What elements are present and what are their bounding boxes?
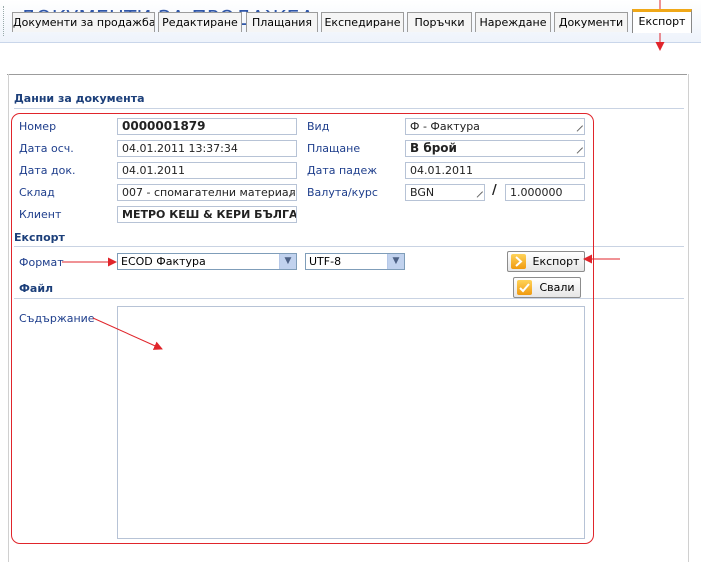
checkmark-icon <box>517 280 532 295</box>
warehouse-field[interactable]: 007 - спомагателни материали <box>117 184 297 201</box>
warehouse-label: Склад <box>19 186 55 199</box>
section-file: Файл <box>19 282 54 295</box>
tab-shipping[interactable]: Експедиране <box>321 12 404 32</box>
section-document-data: Данни за документа <box>14 92 145 105</box>
number-label: Номер <box>19 120 57 133</box>
tab-edit[interactable]: Редактиране <box>158 12 242 32</box>
chevron-down-icon[interactable]: ▼ <box>279 254 296 269</box>
doc-type-field[interactable]: Ф - Фактура <box>405 118 585 135</box>
chevron-down-icon[interactable]: ▼ <box>387 254 404 269</box>
doc-date-field[interactable]: 04.01.2011 <box>117 162 297 179</box>
tab-orders[interactable]: Поръчки <box>407 12 472 32</box>
download-button[interactable]: Свали <box>513 277 581 298</box>
encoding-select[interactable]: UTF-8 ▼ <box>305 253 405 270</box>
tab-export[interactable]: Експорт <box>632 9 692 33</box>
accounting-date-field[interactable]: 04.01.2011 13:37:34 <box>117 140 297 157</box>
tab-documents[interactable]: Документи <box>554 12 628 32</box>
resize-grip-icon <box>287 191 294 198</box>
currency-label: Валута/курс <box>307 186 378 199</box>
drag-grip[interactable] <box>3 6 6 36</box>
accounting-date-label: Дата осч. <box>19 142 74 155</box>
section-divider <box>14 246 684 247</box>
section-divider <box>14 298 684 299</box>
rate-field[interactable]: 1.000000 <box>505 184 585 201</box>
due-date-field[interactable]: 04.01.2011 <box>405 162 585 179</box>
payment-field[interactable]: В брой <box>405 140 585 157</box>
client-field[interactable]: МЕТРО КЕШ & КЕРИ БЪЛГАРИЯ <box>117 206 297 223</box>
resize-grip-icon <box>575 125 582 132</box>
content-label: Съдържание <box>19 312 95 325</box>
export-arrow-icon <box>511 254 526 269</box>
resize-grip-icon <box>575 147 582 154</box>
resize-grip-icon <box>475 191 482 198</box>
client-label: Клиент <box>19 208 62 221</box>
format-select[interactable]: ECOD Фактура ▼ <box>117 253 297 270</box>
tab-ordering[interactable]: Нареждане <box>475 12 551 32</box>
section-divider <box>14 108 684 109</box>
currency-field[interactable]: BGN <box>405 184 485 201</box>
format-label: Формат <box>19 256 64 269</box>
tab-payments[interactable]: Плащания <box>246 12 318 32</box>
doc-date-label: Дата док. <box>19 164 76 177</box>
export-button[interactable]: Експорт <box>507 251 585 272</box>
number-field[interactable]: 0000001879 <box>117 118 297 135</box>
doc-type-label: Вид <box>307 120 330 133</box>
section-export: Експорт <box>14 231 65 244</box>
payment-label: Плащане <box>307 142 361 155</box>
due-date-label: Дата падеж <box>307 164 378 177</box>
content-textarea[interactable] <box>117 306 585 539</box>
rate-separator: / <box>492 183 497 198</box>
tab-sales-documents[interactable]: Документи за продажба <box>12 12 155 32</box>
